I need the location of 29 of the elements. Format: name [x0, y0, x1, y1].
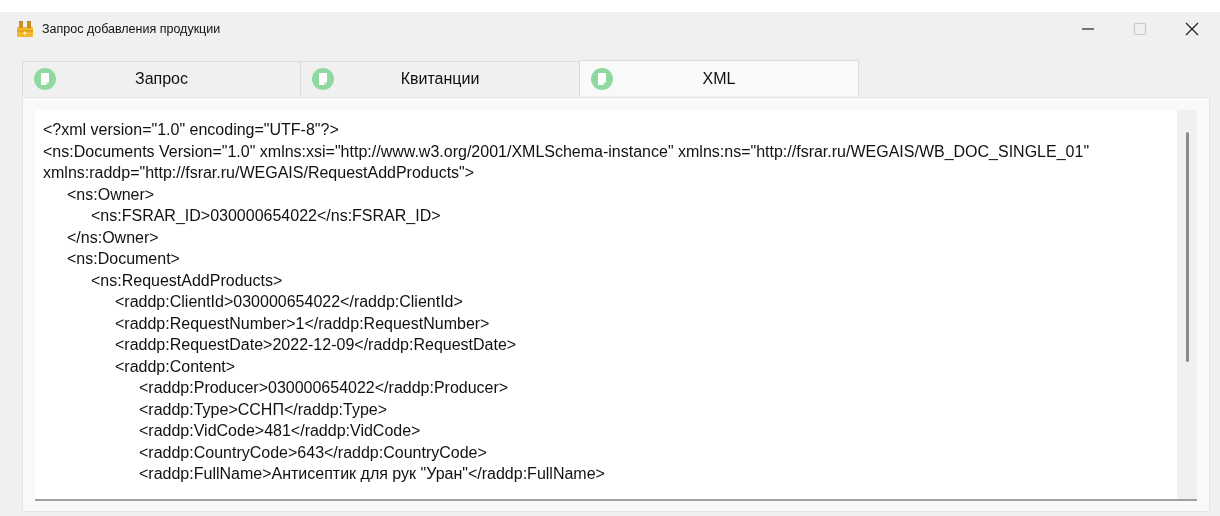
- xml-line: <raddp:ClientId>030000654022</raddp:ClientId>: [114, 292, 464, 312]
- document-icon: [311, 67, 335, 91]
- xml-line: <ns:FSRAR_ID>030000654022</ns:FSRAR_ID>: [90, 206, 442, 226]
- xml-line: <raddp:Content>: [114, 356, 237, 377]
- xml-line: <raddp:Producer>030000654022</raddp:Producer>: [138, 378, 510, 398]
- close-icon: [1185, 21, 1199, 36]
- tab[interactable]: Квитанции: [301, 61, 580, 96]
- scrollbar-thumb[interactable]: [1185, 132, 1189, 362]
- xml-line: <ns:Documents Version="1.0" xmlns:xsi="http://www.w3.org/2001/XMLSchema-instance" xmlns:ns="http://fsrar.ru/WEGAIS/WB_DOC_SINGLE_01" xmlns:raddp="http://fsrar.ru/WEGAIS/RequestAddProducts">: [43, 141, 1091, 183]
- xml-line: <ns:RequestAddProducts>: [90, 270, 284, 291]
- xml-line: <raddp:Type>ССНП</raddp:Type>: [138, 399, 389, 420]
- xml-line: <ns:Document>: [66, 249, 181, 269]
- tab[interactable]: XML: [580, 60, 859, 96]
- xml-line: <?xml version="1.0" encoding="UTF-8"?>: [43, 120, 340, 140]
- scrollbar[interactable]: [1177, 110, 1197, 499]
- xml-line: <raddp:FullName>Антисептик для рук "Уран"</raddp:FullName>: [138, 464, 606, 484]
- xml-line: <ns:Owner>: [66, 184, 156, 205]
- xml-line: <raddp:RequestNumber>1</raddp:RequestNumber>: [114, 313, 491, 334]
- xml-line: <raddp:VidCode>481</raddp:VidCode>: [138, 421, 422, 441]
- xml-line: <raddp:RequestDate>2022-12-09</raddp:RequestDate>: [114, 335, 518, 355]
- xml-line: <raddp:CountryCode>643</raddp:CountryCode>: [138, 442, 488, 463]
- chest-icon: [16, 19, 34, 38]
- document-icon: [590, 66, 614, 91]
- window-title: Запрос добавления продукции: [42, 21, 221, 36]
- tab[interactable]: Запрос: [22, 61, 301, 96]
- document-icon: [33, 67, 57, 91]
- minimize-icon: [1082, 27, 1094, 30]
- maximize-icon: [1133, 21, 1147, 36]
- xml-line: </ns:Owner>: [66, 227, 160, 248]
